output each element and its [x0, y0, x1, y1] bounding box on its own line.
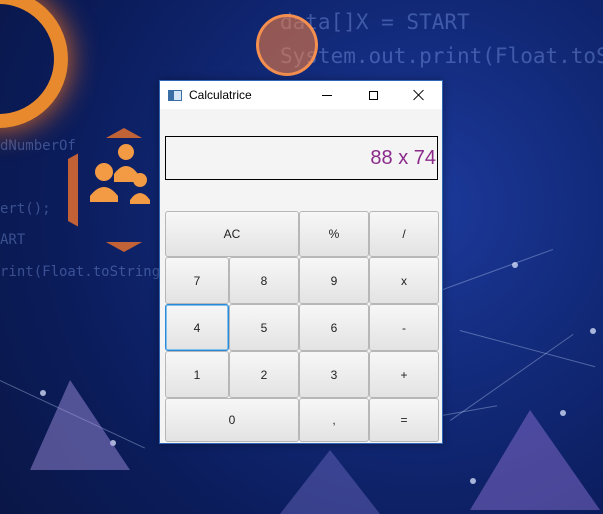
digit-7-button[interactable]: 7 — [165, 257, 229, 304]
digit-1-button[interactable]: 1 — [165, 351, 229, 398]
percent-button[interactable]: % — [299, 211, 369, 257]
digit-2-button[interactable]: 2 — [229, 351, 299, 398]
close-button[interactable] — [396, 81, 442, 109]
comma-button[interactable]: , — [299, 398, 369, 442]
polygon-graphic — [470, 410, 600, 510]
minus-button[interactable]: - — [369, 304, 439, 351]
close-icon — [413, 89, 425, 101]
background-code-line: rint(Float.toString(da — [0, 264, 186, 280]
window-title: Calculatrice — [189, 88, 252, 102]
equals-button[interactable]: = — [369, 398, 439, 442]
maximize-icon — [368, 90, 378, 100]
digit-5-button[interactable]: 5 — [229, 304, 299, 351]
background-code-line: System.out.print(Float.toSt — [280, 44, 603, 68]
minimize-button[interactable] — [304, 81, 350, 109]
digit-0-button[interactable]: 0 — [165, 398, 299, 442]
window-controls — [304, 81, 442, 109]
ac-button[interactable]: AC — [165, 211, 299, 257]
network-line — [450, 333, 574, 421]
network-line — [440, 248, 554, 291]
background-code-line: dNumberOf — [0, 138, 76, 154]
polygon-graphic — [30, 380, 130, 470]
digit-4-button[interactable]: 4 — [165, 304, 229, 351]
digit-3-button[interactable]: 3 — [299, 351, 369, 398]
background-code-line: ert(); — [0, 201, 51, 217]
network-line — [459, 330, 596, 368]
divide-button[interactable]: / — [369, 211, 439, 257]
glow-ring-graphic — [0, 0, 68, 128]
app-icon — [168, 89, 182, 101]
minimize-icon — [322, 94, 332, 96]
background-code-line: ART — [0, 232, 26, 248]
calculator-window: Calculatrice 88 x 74 AC % / 7 8 9 x 4 5 … — [159, 80, 443, 444]
digit-9-button[interactable]: 9 — [299, 257, 369, 304]
title-bar[interactable]: Calculatrice — [160, 81, 442, 109]
multiply-button[interactable]: x — [369, 257, 439, 304]
digit-8-button[interactable]: 8 — [229, 257, 299, 304]
plus-button[interactable]: + — [369, 351, 439, 398]
network-node — [590, 328, 596, 334]
network-node — [512, 262, 518, 268]
maximize-button[interactable] — [350, 81, 396, 109]
digit-6-button[interactable]: 6 — [299, 304, 369, 351]
glow-ring-graphic — [256, 14, 318, 76]
polygon-graphic — [280, 450, 380, 514]
calculator-display: 88 x 74 — [165, 136, 438, 180]
people-icon — [90, 144, 150, 204]
